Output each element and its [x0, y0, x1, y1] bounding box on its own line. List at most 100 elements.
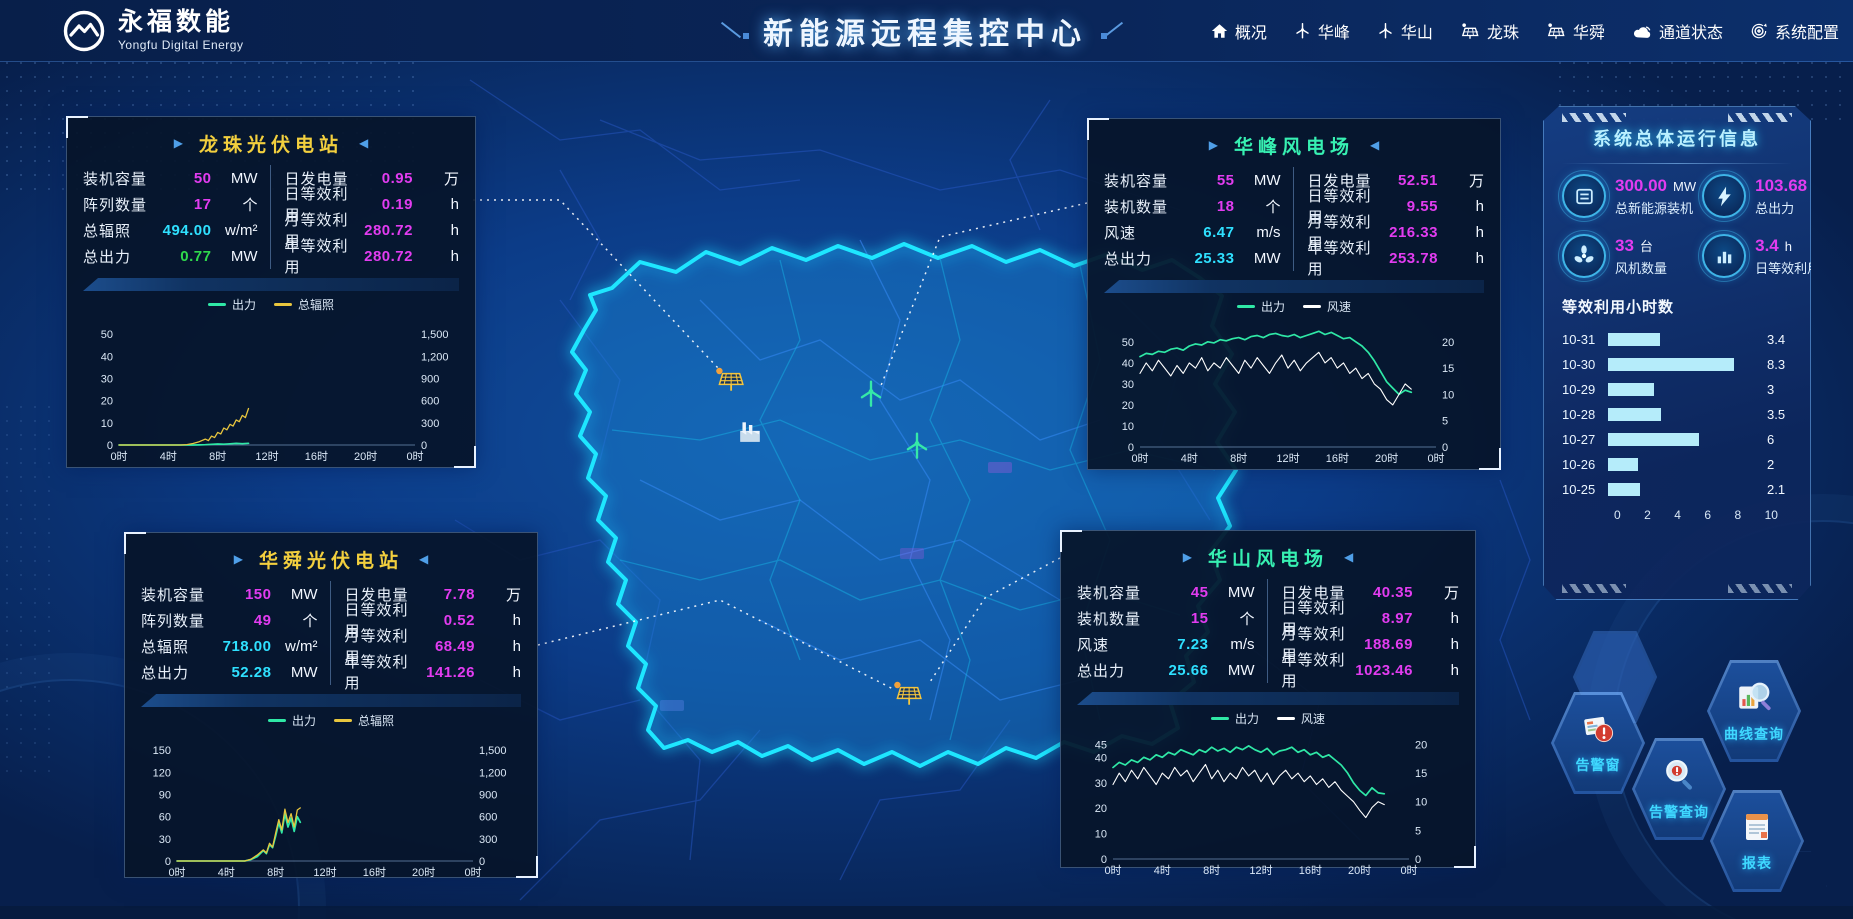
- home-icon: [1211, 23, 1228, 39]
- stat-row: 装机数量 15 个: [1077, 605, 1255, 631]
- stat-row: 风速 6.47 m/s: [1104, 219, 1281, 245]
- station-line-chart: 50403020100201510500时4时8时12时16时20时0时: [1104, 315, 1480, 465]
- legend-item: 总辐照: [274, 296, 334, 313]
- bar-value: 2.1: [1767, 482, 1785, 497]
- solar-station-marker[interactable]: [891, 679, 923, 712]
- system-stat-unit: 台: [1640, 236, 1653, 255]
- installed-capacity-icon: [1562, 174, 1606, 218]
- chart-legend: 出力风速: [1077, 709, 1459, 727]
- legend-swatch: [1211, 717, 1229, 720]
- bar-value: 3.4: [1767, 332, 1785, 347]
- bar-row: 10-293: [1562, 377, 1792, 402]
- nav-item-label: 华山: [1401, 19, 1433, 43]
- bar-date: 10-28: [1562, 407, 1608, 422]
- stat-label: 装机容量: [141, 584, 210, 605]
- system-stat-value: 103.68: [1755, 176, 1807, 196]
- stat-label: 装机数量: [1104, 196, 1173, 217]
- stat-label: 风速: [1104, 222, 1173, 243]
- wind-turbine-marker[interactable]: [904, 431, 930, 466]
- bar-row: 10-283.5: [1562, 402, 1792, 427]
- nav-item-label: 通道状态: [1659, 19, 1723, 43]
- svg-text:20: 20: [1122, 400, 1134, 412]
- nav-item-0[interactable]: 概况: [1211, 19, 1267, 43]
- svg-text:0时: 0时: [168, 866, 185, 879]
- nav-item-6[interactable]: 系统配置: [1750, 19, 1839, 43]
- stat-label: 装机容量: [1077, 582, 1147, 603]
- arrow-left-icon: ◀: [359, 136, 368, 150]
- bar-chart-x-axis: 0246810: [1614, 508, 1778, 522]
- divider-slab: [83, 278, 459, 291]
- legend-swatch: [1237, 305, 1255, 308]
- svg-text:90: 90: [159, 789, 171, 801]
- stat-label: 总出力: [1077, 660, 1147, 681]
- solar-station-marker[interactable]: [713, 365, 745, 398]
- stat-value: 6.47: [1173, 224, 1235, 241]
- arrow-right-icon: ▶: [234, 552, 243, 566]
- stat-value: 25.33: [1173, 250, 1235, 267]
- stat-unit: h: [1413, 662, 1459, 679]
- stat-label: 总辐照: [141, 636, 210, 657]
- logo-subtitle: Yongfu Digital Energy: [118, 38, 243, 52]
- svg-text:0时: 0时: [1427, 452, 1444, 465]
- svg-text:0时: 0时: [1400, 864, 1417, 877]
- stat-unit: 万: [475, 584, 521, 605]
- stat-row: 装机容量 45 MW: [1077, 579, 1255, 605]
- stat-unit: h: [1413, 636, 1459, 653]
- stat-unit: 个: [272, 610, 318, 631]
- wind-turbine-marker[interactable]: [858, 379, 884, 414]
- stat-row: 年等效利用 141.26 h: [345, 659, 522, 685]
- stat-unit: 万: [1413, 582, 1459, 603]
- svg-text:40: 40: [1095, 752, 1107, 764]
- hazard-stripes-icon: [1728, 584, 1792, 593]
- svg-text:300: 300: [421, 418, 439, 430]
- nav-item-4[interactable]: 华舜: [1546, 19, 1605, 43]
- stat-value: 45: [1147, 584, 1209, 601]
- stat-row: 阵列数量 17 个: [83, 191, 258, 217]
- stat-value: 216.33: [1376, 224, 1438, 241]
- stat-row: 装机数量 18 个: [1104, 193, 1281, 219]
- bar-date: 10-29: [1562, 382, 1608, 397]
- stat-value: 40.35: [1351, 584, 1413, 601]
- nav-item-3[interactable]: 龙珠: [1460, 19, 1519, 43]
- station-stats: 装机容量 45 MW 装机数量 15 个 风速 7.23 m/s 总出力 25.…: [1077, 579, 1459, 683]
- nav-item-1[interactable]: 华峰: [1294, 19, 1350, 43]
- stat-unit: h: [1438, 224, 1484, 241]
- bar-date: 10-30: [1562, 357, 1608, 372]
- bar: [1608, 383, 1654, 396]
- nav-item-2[interactable]: 华山: [1377, 19, 1433, 43]
- svg-text:12时: 12时: [1276, 452, 1299, 465]
- station-title: 龙珠光伏电站: [199, 130, 343, 157]
- factory-marker[interactable]: [736, 419, 764, 450]
- x-tick: 10: [1765, 508, 1778, 522]
- stat-value: 8.97: [1351, 610, 1413, 627]
- solar-panel-icon: [1546, 22, 1566, 40]
- stat-row: 总出力 25.66 MW: [1077, 657, 1255, 683]
- legend-item: 总辐照: [334, 712, 394, 729]
- stat-value: 50: [150, 170, 212, 187]
- legend-item: 风速: [1277, 710, 1325, 727]
- bar-value: 2: [1767, 457, 1774, 472]
- stat-label: 总出力: [141, 662, 210, 683]
- arrow-right-icon: ▶: [1183, 550, 1192, 564]
- svg-text:15: 15: [1415, 768, 1427, 780]
- bar-chart-title: 等效利用小时数: [1562, 296, 1792, 317]
- nav-item-5[interactable]: 通道状态: [1632, 19, 1723, 43]
- alarm-query-icon: [1660, 756, 1698, 799]
- station-line-chart: 45403020100201510500时4时8时12时16时20时0时: [1077, 727, 1453, 877]
- station-title-row: ▶华舜光伏电站◀: [141, 543, 521, 575]
- system-stat-unit: h: [1785, 239, 1792, 254]
- x-tick: 2: [1644, 508, 1651, 522]
- svg-text:900: 900: [421, 373, 439, 385]
- stat-unit: 个: [212, 194, 258, 215]
- logo: 永福数能 Yongfu Digital Energy: [62, 9, 243, 53]
- svg-text:30: 30: [1122, 379, 1134, 391]
- system-panel-title: 系统总体运行信息: [1562, 125, 1792, 151]
- svg-text:1,500: 1,500: [421, 329, 449, 341]
- stat-value: 141.26: [413, 664, 475, 681]
- dashboard: 永福数能 Yongfu Digital Energy 新能源远程集控中心 概况华…: [0, 0, 1853, 919]
- x-tick: 0: [1614, 508, 1621, 522]
- legend-item: 出力: [268, 712, 316, 729]
- logo-icon: [62, 9, 106, 53]
- svg-text:20时: 20时: [354, 450, 377, 463]
- stat-unit: h: [1413, 610, 1459, 627]
